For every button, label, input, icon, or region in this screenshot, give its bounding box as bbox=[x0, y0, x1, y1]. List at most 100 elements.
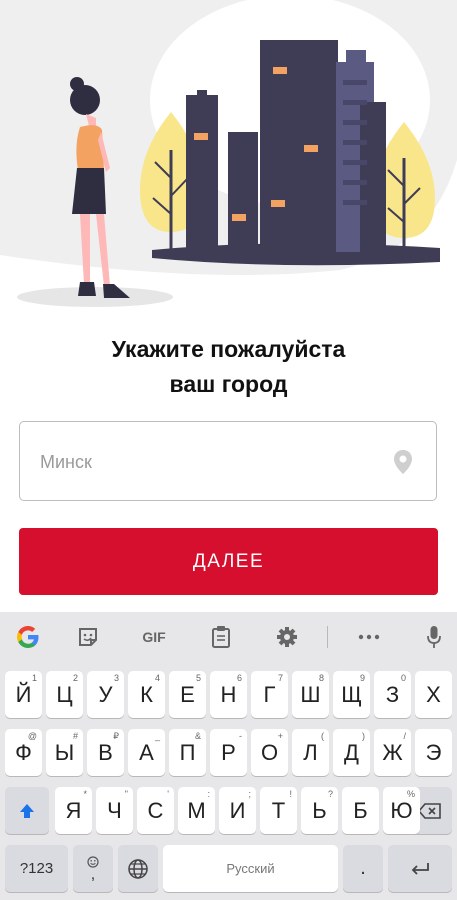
key-е[interactable]: Е5 bbox=[169, 671, 206, 718]
key-м[interactable]: М: bbox=[178, 787, 215, 834]
key-hint: ' bbox=[167, 789, 169, 799]
key-label: К bbox=[140, 681, 153, 707]
key-label: В bbox=[98, 739, 113, 765]
keyboard-row-1: Й1Ц2У3К4Е5Н6Г7Ш8Щ9З0Х bbox=[0, 671, 457, 721]
key-label: Н bbox=[220, 681, 237, 707]
key-hint: # bbox=[72, 731, 78, 741]
next-button[interactable]: ДАЛЕЕ bbox=[19, 528, 438, 595]
key-й[interactable]: Й1 bbox=[5, 671, 42, 718]
more-icon[interactable] bbox=[354, 623, 384, 651]
key-label: О bbox=[260, 739, 279, 765]
title-line-2: ваш город bbox=[169, 371, 288, 397]
key-ш[interactable]: Ш8 bbox=[292, 671, 329, 718]
key-hint: ) bbox=[362, 731, 365, 741]
key-label: Ф bbox=[15, 739, 32, 765]
shift-key[interactable] bbox=[5, 787, 49, 834]
key-label: М bbox=[187, 797, 206, 823]
key-hint: ( bbox=[321, 731, 324, 741]
city-field[interactable] bbox=[19, 421, 437, 502]
location-pin-icon[interactable] bbox=[392, 449, 414, 475]
space-key[interactable]: Русский bbox=[163, 845, 338, 892]
microphone-icon[interactable] bbox=[419, 623, 449, 651]
key-label: Р bbox=[221, 739, 236, 765]
key-label: Ю bbox=[390, 797, 413, 823]
key-hint: ; bbox=[248, 789, 251, 799]
key-б[interactable]: Б bbox=[342, 787, 379, 834]
key-label: Я bbox=[65, 797, 82, 823]
language-key[interactable] bbox=[118, 845, 158, 892]
key-о[interactable]: О + bbox=[251, 729, 288, 776]
key-label: П bbox=[179, 739, 196, 765]
toolbar-divider bbox=[327, 626, 328, 648]
key-ь[interactable]: Ь? bbox=[301, 787, 338, 834]
key-hint: 7 bbox=[277, 673, 283, 683]
key-hint: / bbox=[403, 731, 406, 741]
enter-icon bbox=[411, 862, 429, 875]
key-т[interactable]: Т! bbox=[260, 787, 297, 834]
city-input[interactable] bbox=[38, 422, 382, 502]
key-hint: 4 bbox=[154, 673, 160, 683]
key-label: Э bbox=[425, 739, 442, 765]
key-с[interactable]: С ' bbox=[137, 787, 174, 834]
key-hint: : bbox=[207, 789, 210, 799]
city-illustration bbox=[0, 0, 457, 320]
key-н[interactable]: Н6 bbox=[210, 671, 247, 718]
key-п[interactable]: П & bbox=[169, 729, 206, 776]
key-ы[interactable]: Ы # bbox=[46, 729, 83, 776]
key-label: Й bbox=[15, 681, 32, 707]
sticker-icon[interactable] bbox=[73, 623, 103, 651]
key-л[interactable]: Л( bbox=[292, 729, 329, 776]
title-line-1: Укажите пожалуйста bbox=[111, 336, 346, 362]
key-ч[interactable]: Ч " bbox=[96, 787, 133, 834]
key-label: С bbox=[147, 797, 164, 823]
key-label: У bbox=[98, 681, 113, 707]
symbols-key[interactable]: ?123 bbox=[5, 845, 68, 892]
gear-icon[interactable] bbox=[272, 623, 302, 651]
key-label: А bbox=[139, 739, 154, 765]
clipboard-icon[interactable] bbox=[206, 623, 236, 651]
key-я[interactable]: Я * bbox=[55, 787, 92, 834]
key-hint: 1 bbox=[31, 673, 37, 683]
key-hint: @ bbox=[27, 731, 37, 741]
key-х[interactable]: Х bbox=[415, 671, 452, 718]
key-щ[interactable]: Щ9 bbox=[333, 671, 370, 718]
emoji-comma-key[interactable]: , bbox=[73, 845, 113, 892]
key-hint: ? bbox=[327, 789, 333, 799]
key-з[interactable]: З0 bbox=[374, 671, 411, 718]
key-label: Е bbox=[180, 681, 195, 707]
key-а[interactable]: А _ bbox=[128, 729, 165, 776]
comma-label: , bbox=[90, 865, 96, 883]
period-key[interactable]: . bbox=[343, 845, 383, 892]
key-label: Д bbox=[344, 739, 359, 765]
key-у[interactable]: У3 bbox=[87, 671, 124, 718]
key-д[interactable]: Д) bbox=[333, 729, 370, 776]
key-hint: * bbox=[83, 789, 87, 799]
key-hint: 5 bbox=[195, 673, 201, 683]
key-hint: 2 bbox=[72, 673, 78, 683]
key-ж[interactable]: Ж / bbox=[374, 729, 411, 776]
key-label: Х bbox=[426, 681, 441, 707]
key-к[interactable]: К4 bbox=[128, 671, 165, 718]
key-hint: 9 bbox=[359, 673, 365, 683]
key-и[interactable]: И; bbox=[219, 787, 256, 834]
google-g-icon[interactable] bbox=[13, 623, 43, 651]
key-э[interactable]: Э bbox=[415, 729, 452, 776]
key-label: Ь bbox=[312, 797, 327, 823]
key-ц[interactable]: Ц2 bbox=[46, 671, 83, 718]
key-label: Ы bbox=[54, 739, 75, 765]
key-в[interactable]: В ₽ bbox=[87, 729, 124, 776]
key-ю[interactable]: Ю% bbox=[383, 787, 420, 834]
globe-icon bbox=[128, 858, 148, 879]
key-hint: 0 bbox=[400, 673, 406, 683]
key-label: Ц bbox=[56, 681, 73, 707]
key-р[interactable]: Р- bbox=[210, 729, 247, 776]
key-hint: & bbox=[194, 731, 201, 741]
keyboard-row-2: Ф @ Ы # В ₽ А _ П & Р - О + Л(Д) Ж / Э bbox=[0, 729, 457, 779]
enter-key[interactable] bbox=[388, 845, 452, 892]
key-label: Г bbox=[263, 681, 276, 707]
key-hint: " bbox=[124, 789, 128, 799]
key-г[interactable]: Г7 bbox=[251, 671, 288, 718]
gif-icon[interactable]: GIF bbox=[138, 623, 170, 651]
on-screen-keyboard: GIF Й 1 Ц 2 У 3 К 4 Е 5 Н 6 Г 7 Ш 8 Щ 9 … bbox=[0, 612, 457, 900]
key-ф[interactable]: Ф @ bbox=[5, 729, 42, 776]
